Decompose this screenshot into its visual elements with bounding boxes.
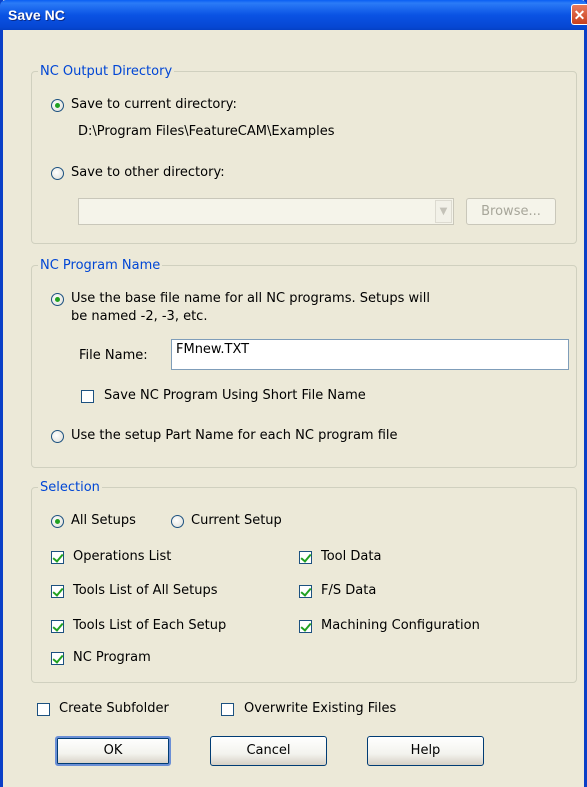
selection-legend: Selection — [40, 480, 100, 495]
tools-list-all-setups-label[interactable]: Tools List of All Setups — [73, 583, 218, 598]
title-bar[interactable]: Save NC ✕ — [0, 0, 587, 30]
machining-configuration-label[interactable]: Machining Configuration — [321, 618, 480, 633]
close-button[interactable]: ✕ — [571, 4, 587, 25]
save-current-dir-radio[interactable] — [51, 99, 64, 112]
tool-data-checkbox[interactable] — [299, 551, 312, 564]
short-file-name-checkbox[interactable] — [81, 390, 94, 403]
base-file-name-radio[interactable] — [51, 293, 64, 306]
overwrite-existing-files-checkbox[interactable] — [221, 703, 234, 716]
base-file-name-label-line1[interactable]: Use the base file name for all NC progra… — [71, 291, 430, 306]
file-name-input[interactable]: FMnew.TXT — [171, 339, 569, 370]
nc-program-checkbox[interactable] — [51, 652, 64, 665]
tools-list-all-setups-checkbox[interactable] — [51, 585, 64, 598]
cancel-button-label: Cancel — [246, 743, 291, 758]
create-subfolder-checkbox[interactable] — [37, 703, 50, 716]
fs-data-label[interactable]: F/S Data — [321, 583, 376, 598]
setup-part-name-label[interactable]: Use the setup Part Name for each NC prog… — [71, 428, 398, 443]
ok-button[interactable]: OK — [55, 736, 171, 766]
output-directory-legend: NC Output Directory — [40, 64, 173, 79]
tool-data-label[interactable]: Tool Data — [321, 549, 381, 564]
cancel-button[interactable]: Cancel — [210, 736, 327, 766]
browse-button[interactable]: Browse... — [466, 198, 556, 225]
window-title: Save NC — [8, 7, 65, 23]
file-name-label: File Name: — [79, 348, 148, 363]
base-file-name-label-line2: be named -2, -3, etc. — [71, 309, 208, 324]
help-button-label: Help — [410, 743, 441, 758]
close-icon: ✕ — [573, 7, 586, 23]
current-setup-label[interactable]: Current Setup — [191, 513, 282, 528]
save-other-dir-radio[interactable] — [51, 167, 64, 180]
all-setups-label[interactable]: All Setups — [71, 513, 136, 528]
save-nc-dialog: Save NC ✕ NC Output Directory Save to cu… — [0, 0, 587, 787]
tools-list-each-setup-checkbox[interactable] — [51, 620, 64, 633]
all-setups-radio[interactable] — [51, 515, 64, 528]
machining-configuration-checkbox[interactable] — [299, 620, 312, 633]
operations-list-label[interactable]: Operations List — [73, 549, 171, 564]
help-button[interactable]: Help — [367, 736, 484, 766]
setup-part-name-radio[interactable] — [51, 430, 64, 443]
ok-button-label: OK — [103, 743, 123, 758]
other-directory-combo[interactable]: ▼ — [78, 198, 454, 225]
tools-list-each-setup-label[interactable]: Tools List of Each Setup — [73, 618, 226, 633]
overwrite-existing-files-label[interactable]: Overwrite Existing Files — [244, 701, 396, 716]
operations-list-checkbox[interactable] — [51, 551, 64, 564]
program-name-legend: NC Program Name — [40, 258, 161, 273]
current-setup-radio[interactable] — [171, 515, 184, 528]
chevron-down-icon[interactable]: ▼ — [435, 200, 452, 223]
browse-button-label: Browse... — [481, 204, 541, 219]
nc-program-label[interactable]: NC Program — [73, 650, 151, 665]
fs-data-checkbox[interactable] — [299, 585, 312, 598]
short-file-name-label[interactable]: Save NC Program Using Short File Name — [104, 388, 366, 403]
create-subfolder-label[interactable]: Create Subfolder — [59, 701, 169, 716]
save-current-dir-label[interactable]: Save to current directory: — [71, 97, 237, 112]
save-other-dir-label[interactable]: Save to other directory: — [71, 165, 225, 180]
current-directory-path: D:\Program Files\FeatureCAM\Examples — [78, 124, 335, 139]
file-name-value: FMnew.TXT — [176, 342, 250, 357]
